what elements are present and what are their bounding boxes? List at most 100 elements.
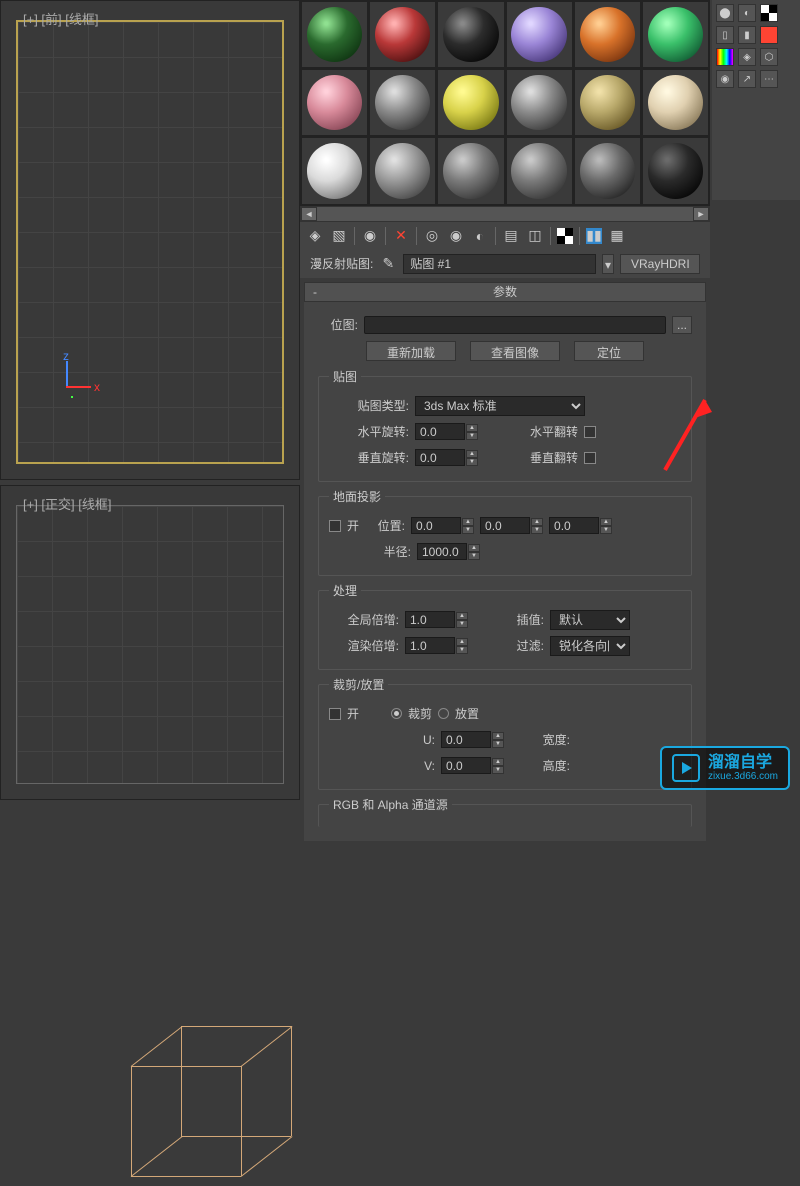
tool-icon[interactable] — [760, 26, 778, 44]
tool-icon[interactable]: ◉ — [361, 227, 379, 245]
tool-icon[interactable]: ▮ — [738, 26, 756, 44]
swatches-scrollbar[interactable]: ◄ ► — [300, 206, 710, 222]
v-input[interactable] — [441, 757, 491, 774]
v-label: V: — [415, 759, 435, 773]
render-mult-label: 渲染倍增: — [329, 637, 399, 654]
map-type-button[interactable]: VRayHDRI — [620, 254, 700, 274]
group-ground-legend: 地面投影 — [329, 488, 385, 505]
tool-icon[interactable]: ◉ — [447, 227, 465, 245]
view-image-button[interactable]: 查看图像 — [470, 341, 560, 361]
material-swatch[interactable] — [301, 1, 368, 68]
vrot-input[interactable] — [415, 449, 465, 466]
material-toolbar: ◈ ▧ ◉ ✕ ◎ ◉ ◐ ▤ ◫ ▮▮ ▦ — [300, 222, 710, 250]
material-swatch[interactable] — [642, 1, 709, 68]
hflip-checkbox[interactable] — [584, 426, 596, 438]
u-input[interactable] — [441, 731, 491, 748]
u-label: U: — [415, 733, 435, 747]
tool-icon[interactable]: ⬤ — [716, 4, 734, 22]
delete-icon[interactable]: ✕ — [392, 227, 410, 245]
checker-icon[interactable] — [557, 228, 573, 244]
material-swatch[interactable] — [369, 69, 436, 136]
material-swatch[interactable] — [642, 137, 709, 204]
tool-icon[interactable]: ◉ — [716, 70, 734, 88]
dropdown-icon[interactable]: ▾ — [602, 254, 614, 274]
material-swatch[interactable] — [369, 137, 436, 204]
viewport-label-ortho[interactable]: [+] [正交] [线框] — [23, 494, 112, 513]
global-mult-label: 全局倍增: — [329, 611, 399, 628]
tool-icon[interactable]: ◫ — [526, 227, 544, 245]
material-swatch[interactable] — [301, 69, 368, 136]
collapse-icon: - — [313, 285, 317, 299]
tool-icon[interactable]: ⬡ — [760, 48, 778, 66]
material-swatch[interactable] — [642, 69, 709, 136]
spinner-down-icon[interactable]: ▼ — [466, 458, 478, 466]
tool-icon[interactable]: ◈ — [306, 227, 324, 245]
tool-icon[interactable]: ▦ — [608, 227, 626, 245]
place-radio[interactable] — [438, 708, 449, 719]
map-name-input[interactable] — [403, 254, 596, 274]
filter-label: 过滤: — [474, 637, 544, 654]
bitmap-label: 位图: — [318, 316, 358, 333]
pos-z-input[interactable] — [549, 517, 599, 534]
pos-y-input[interactable] — [480, 517, 530, 534]
radius-input[interactable] — [417, 543, 467, 560]
tool-icon[interactable]: ▧ — [330, 227, 348, 245]
material-swatch[interactable] — [437, 69, 504, 136]
viewport-front[interactable]: [+] [前] [线框] — [0, 0, 300, 480]
tool-icon[interactable]: ▮▮ — [586, 228, 602, 244]
locate-button[interactable]: 定位 — [574, 341, 644, 361]
render-mult-input[interactable] — [405, 637, 455, 654]
ground-on-checkbox[interactable] — [329, 520, 341, 532]
material-swatch[interactable] — [437, 137, 504, 204]
material-swatch[interactable] — [574, 137, 641, 204]
browse-button[interactable]: ... — [672, 316, 692, 334]
scroll-right-icon[interactable]: ► — [693, 207, 709, 221]
hrot-input[interactable] — [415, 423, 465, 440]
material-swatch[interactable] — [506, 1, 573, 68]
material-swatch[interactable] — [506, 137, 573, 204]
spinner-up-icon[interactable]: ▲ — [466, 450, 478, 458]
vflip-checkbox[interactable] — [584, 452, 596, 464]
color-icon[interactable] — [716, 48, 734, 66]
material-editor-panel: ◄ ► ◈ ▧ ◉ ✕ ◎ ◉ ◐ ▤ ◫ ▮▮ ▦ 漫反射贴图: ✎ ▾ VR… — [300, 0, 710, 800]
pos-x-input[interactable] — [411, 517, 461, 534]
material-swatch[interactable] — [301, 137, 368, 204]
viewport-label-front[interactable]: [+] [前] [线框] — [23, 9, 99, 28]
global-mult-input[interactable] — [405, 611, 455, 628]
tool-icon[interactable]: ◈ — [738, 48, 756, 66]
material-swatch[interactable] — [574, 1, 641, 68]
crop-on-checkbox[interactable] — [329, 708, 341, 720]
material-swatch[interactable] — [437, 1, 504, 68]
ground-on-label: 开 — [347, 517, 359, 534]
scroll-left-icon[interactable]: ◄ — [301, 207, 317, 221]
place-opt-label: 放置 — [455, 705, 479, 722]
bitmap-path-input[interactable] — [364, 316, 666, 334]
eyedropper-icon[interactable]: ✎ — [379, 255, 397, 273]
crop-radio[interactable] — [391, 708, 402, 719]
viewport-ortho[interactable]: [+] [正交] [线框] — [0, 485, 300, 800]
reload-button[interactable]: 重新加载 — [366, 341, 456, 361]
filter-select[interactable]: 锐化各向同 — [550, 636, 630, 656]
watermark-sub: zixue.3d66.com — [708, 771, 778, 782]
tool-icon[interactable]: ↗ — [738, 70, 756, 88]
material-swatch[interactable] — [369, 1, 436, 68]
tool-icon[interactable]: ◎ — [423, 227, 441, 245]
interp-select[interactable]: 默认 — [550, 610, 630, 630]
interp-label: 插值: — [474, 611, 544, 628]
tool-icon[interactable]: ⋯ — [760, 70, 778, 88]
grid — [16, 20, 284, 464]
tool-icon[interactable]: ◐ — [738, 4, 756, 22]
tool-icon[interactable]: ◐ — [471, 227, 489, 245]
rollout-params-header[interactable]: - 参数 — [304, 282, 706, 302]
checker-icon[interactable] — [760, 4, 778, 22]
material-swatch[interactable] — [506, 69, 573, 136]
tool-icon[interactable]: ▤ — [502, 227, 520, 245]
pos-label: 位置: — [365, 517, 405, 534]
spinner-up-icon[interactable]: ▲ — [466, 424, 478, 432]
spinner-down-icon[interactable]: ▼ — [466, 432, 478, 440]
tool-icon[interactable]: ▯ — [716, 26, 734, 44]
right-toolbar: ⬤ ◐ ▯ ▮ ◈ ⬡ ◉ ↗ ⋯ — [712, 0, 800, 200]
material-name-row: 漫反射贴图: ✎ ▾ VRayHDRI — [300, 250, 710, 278]
material-swatch[interactable] — [574, 69, 641, 136]
maptype-select[interactable]: 3ds Max 标准 — [415, 396, 585, 416]
